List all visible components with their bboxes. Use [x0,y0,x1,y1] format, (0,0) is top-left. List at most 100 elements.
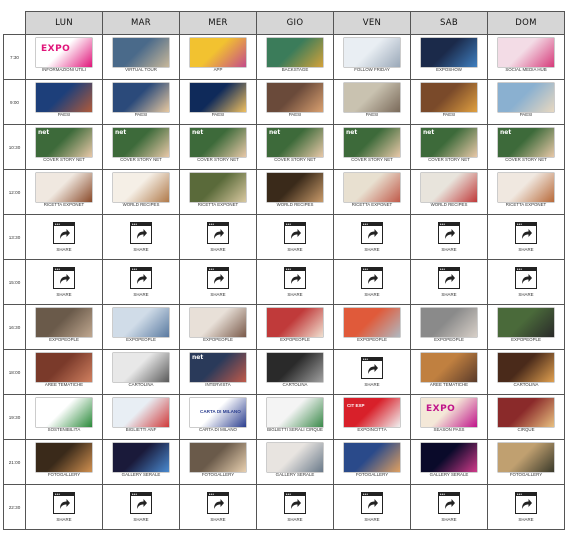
schedule-cell[interactable]: FOTOGALLERY [487,439,565,485]
content-thumbnail[interactable] [344,308,400,337]
schedule-cell[interactable]: SHARE [25,214,103,260]
schedule-cell[interactable]: RICETTA EXPONET [179,169,257,215]
schedule-cell[interactable]: EXPO SEASON PASS [410,394,488,440]
schedule-cell[interactable]: net COVER STORY NET [102,124,180,170]
schedule-cell[interactable]: SHARE [25,484,103,530]
content-thumbnail[interactable] [36,173,92,202]
content-thumbnail[interactable] [498,443,554,472]
share-icon[interactable] [207,222,229,244]
content-thumbnail[interactable]: net [344,128,400,157]
content-thumbnail[interactable] [498,173,554,202]
schedule-cell[interactable]: SOCIAL MEDIA HUB [487,34,565,80]
schedule-cell[interactable]: VIRTUAL TOUR [102,34,180,80]
share-icon[interactable] [130,492,152,514]
schedule-cell[interactable]: PAESI [102,79,180,125]
content-thumbnail[interactable] [113,398,169,427]
schedule-cell[interactable]: PAESI [487,79,565,125]
share-icon[interactable] [361,357,383,379]
content-thumbnail[interactable]: net [113,128,169,157]
schedule-cell[interactable]: PAESI [256,79,334,125]
schedule-cell[interactable]: SOSTENIBILITÀ [25,394,103,440]
content-thumbnail[interactable] [113,83,169,112]
content-thumbnail[interactable] [190,173,246,202]
schedule-cell[interactable]: net COVER STORY NET [410,124,488,170]
content-thumbnail[interactable] [344,38,400,67]
share-icon[interactable] [361,222,383,244]
schedule-cell[interactable]: BIGLIETTI ANF [102,394,180,440]
schedule-cell[interactable]: SHARE [487,484,565,530]
schedule-cell[interactable]: SHARE [256,259,334,305]
content-thumbnail[interactable] [36,308,92,337]
content-thumbnail[interactable] [267,443,323,472]
schedule-cell[interactable]: EXPOPEOPLE [410,304,488,350]
share-icon[interactable] [284,492,306,514]
content-thumbnail[interactable]: CARTA DI MILANO [190,398,246,427]
share-icon[interactable] [284,222,306,244]
content-thumbnail[interactable] [190,38,246,67]
schedule-cell[interactable]: EXPOPEOPLE [487,304,565,350]
content-thumbnail[interactable] [190,443,246,472]
content-thumbnail[interactable] [421,353,477,382]
share-icon[interactable] [438,492,460,514]
schedule-cell[interactable]: EXPOPEOPLE [256,304,334,350]
schedule-cell[interactable]: AREE TEMATICHE [410,349,488,395]
schedule-cell[interactable]: RICETTA EXPONET [333,169,411,215]
share-icon[interactable] [438,267,460,289]
schedule-cell[interactable]: SHARE [487,259,565,305]
content-thumbnail[interactable] [344,173,400,202]
content-thumbnail[interactable] [113,308,169,337]
share-icon[interactable] [284,267,306,289]
content-thumbnail[interactable] [498,353,554,382]
share-icon[interactable] [53,222,75,244]
schedule-cell[interactable]: BACKSTAGE [256,34,334,80]
share-icon[interactable] [361,267,383,289]
content-thumbnail[interactable]: net [421,128,477,157]
schedule-cell[interactable]: EXPOSHOW [410,34,488,80]
schedule-cell[interactable]: APP [179,34,257,80]
schedule-cell[interactable]: SHARE [333,484,411,530]
schedule-cell[interactable]: SHARE [410,214,488,260]
content-thumbnail[interactable] [113,353,169,382]
schedule-cell[interactable]: AREE TEMATICHE [25,349,103,395]
content-thumbnail[interactable] [498,398,554,427]
content-thumbnail[interactable] [113,38,169,67]
content-thumbnail[interactable]: net [190,353,246,382]
schedule-cell[interactable]: CARTOLINA [487,349,565,395]
share-icon[interactable] [207,267,229,289]
schedule-cell[interactable]: SHARE [179,484,257,530]
content-thumbnail[interactable] [267,38,323,67]
schedule-cell[interactable]: SHARE [410,484,488,530]
content-thumbnail[interactable] [421,308,477,337]
content-thumbnail[interactable] [113,173,169,202]
schedule-cell[interactable]: EXPOPEOPLE [179,304,257,350]
content-thumbnail[interactable] [421,443,477,472]
content-thumbnail[interactable] [344,443,400,472]
content-thumbnail[interactable] [267,173,323,202]
schedule-cell[interactable]: CIRQUE [487,394,565,440]
share-icon[interactable] [361,492,383,514]
schedule-cell[interactable]: SHARE [333,349,411,395]
schedule-cell[interactable]: PAESI [179,79,257,125]
schedule-cell[interactable]: CARTOLINA [256,349,334,395]
schedule-cell[interactable]: net COVER STORY NET [179,124,257,170]
content-thumbnail[interactable] [421,83,477,112]
schedule-cell[interactable]: PAESI [410,79,488,125]
schedule-cell[interactable]: EXPO INFORMAZIONI UTILI [25,34,103,80]
schedule-cell[interactable]: net COVER STORY NET [256,124,334,170]
schedule-cell[interactable]: SHARE [25,259,103,305]
content-thumbnail[interactable] [421,38,477,67]
schedule-cell[interactable]: EXPOPEOPLE [25,304,103,350]
schedule-cell[interactable]: GALLERY SERALE [102,439,180,485]
content-thumbnail[interactable] [36,353,92,382]
content-thumbnail[interactable] [36,83,92,112]
schedule-cell[interactable]: WORLD RECIPES [102,169,180,215]
schedule-cell[interactable]: SHARE [102,259,180,305]
schedule-cell[interactable]: PAESI [333,79,411,125]
schedule-cell[interactable]: SHARE [333,214,411,260]
share-icon[interactable] [130,267,152,289]
content-thumbnail[interactable] [113,443,169,472]
schedule-cell[interactable]: RICETTA EXPONET [25,169,103,215]
schedule-cell[interactable]: net COVER STORY NET [25,124,103,170]
content-thumbnail[interactable]: EXPO [421,398,477,427]
schedule-cell[interactable]: EXPOPEOPLE [102,304,180,350]
